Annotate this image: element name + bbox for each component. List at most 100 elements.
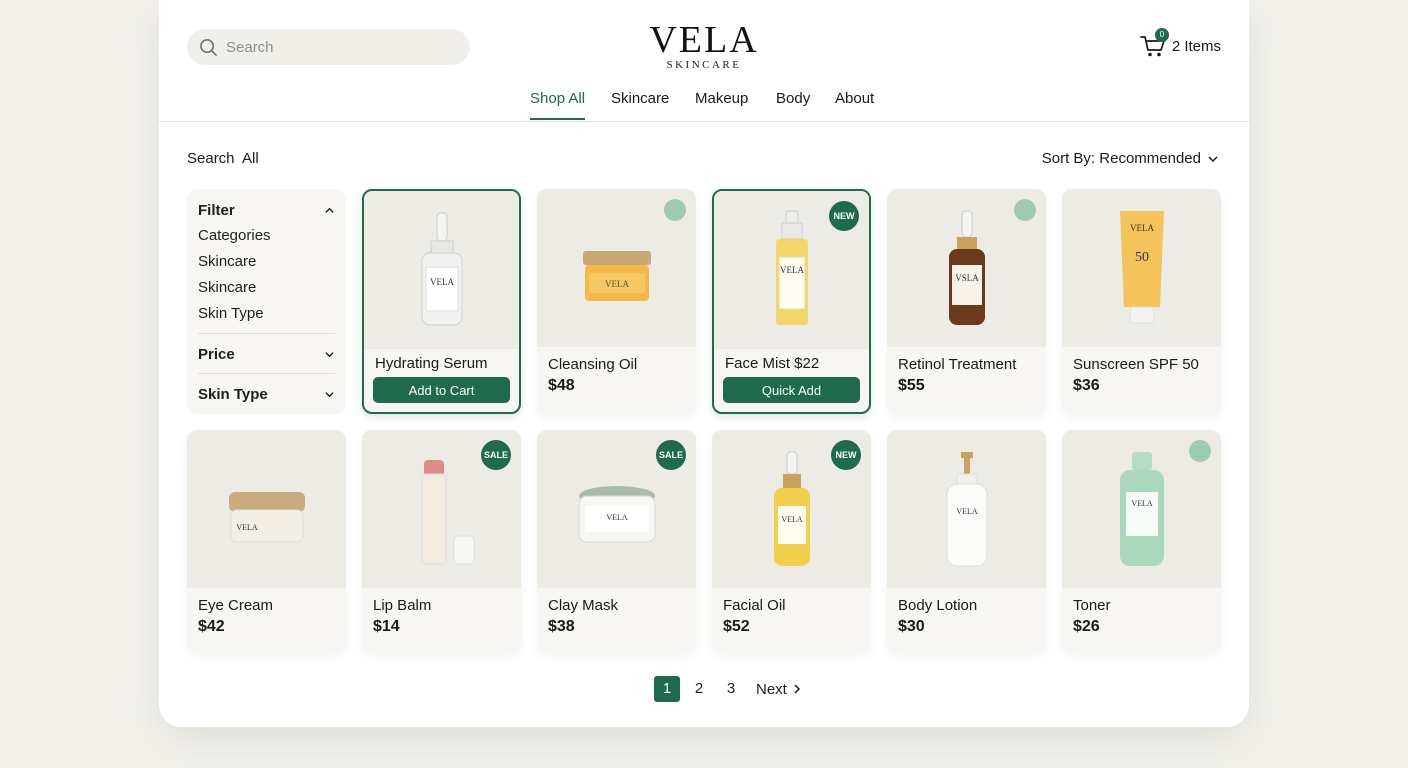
header-divider: [159, 121, 1249, 122]
nav-shop-all[interactable]: Shop All: [530, 90, 586, 120]
product-name: Hydrating Serum: [375, 355, 488, 372]
chevron-down-icon: [325, 351, 334, 357]
product-name: Sunscreen SPF 50: [1073, 356, 1199, 373]
product-card-hydrating-serum[interactable]: VELA Hydrating Serum Add to Cart: [362, 189, 521, 414]
filter-item-categories[interactable]: Categories: [198, 227, 335, 245]
page-1-button[interactable]: 1: [654, 676, 680, 702]
product-card-retinol-treatment[interactable]: VSLA Retinol Treatment $55: [887, 189, 1046, 414]
filter-divider: [198, 373, 335, 374]
svg-text:VSLA: VSLA: [955, 273, 979, 283]
chevron-right-icon: [794, 684, 800, 694]
chevron-down-icon: [325, 391, 334, 397]
product-card-cleansing-oil[interactable]: VELA Cleansing Oil $48: [537, 189, 696, 414]
cart-button[interactable]: 0 2 Items: [1139, 28, 1221, 58]
nav-makeup[interactable]: Makeup: [695, 90, 748, 118]
brand-logo[interactable]: VELA SKINCARE: [604, 20, 804, 71]
svg-text:VELA: VELA: [236, 523, 258, 532]
filter-section-skin-type[interactable]: Skin Type: [198, 385, 335, 403]
svg-text:VELA: VELA: [606, 513, 628, 522]
product-name: Cleansing Oil: [548, 356, 638, 373]
filter-panel: Filter Categories Skincare Skincare Skin…: [187, 189, 346, 414]
filter-section-price[interactable]: Price: [198, 345, 335, 363]
search-input[interactable]: [226, 38, 446, 56]
main-nav: Shop All Skincare Makeup Body About: [159, 90, 1249, 122]
filter-item-skincare-2[interactable]: Skincare: [198, 279, 335, 297]
product-card-facial-oil[interactable]: NEW VELA Facial Oil $52: [712, 430, 871, 652]
product-image: VSLA: [887, 189, 1046, 347]
search-all-label: Search All: [187, 150, 259, 167]
status-dot: [664, 199, 686, 221]
product-card-clay-mask[interactable]: SALE VELA Clay Mask $38: [537, 430, 696, 652]
cart-label: 2 Items: [1171, 37, 1221, 55]
product-image: SALE VELA: [537, 430, 696, 588]
svg-text:VELA: VELA: [1130, 223, 1154, 233]
product-image: NEW VELA: [714, 191, 869, 349]
product-price: $42: [198, 618, 225, 635]
product-price: $36: [1073, 377, 1100, 394]
new-badge: NEW: [829, 201, 859, 231]
svg-text:VELA: VELA: [780, 265, 804, 275]
product-name: Toner: [1073, 597, 1111, 614]
price-label: Price: [198, 345, 235, 363]
product-card-eye-cream[interactable]: VELA Eye Cream $42: [187, 430, 346, 652]
nav-about[interactable]: About: [835, 90, 874, 118]
skin-type-label: Skin Type: [198, 385, 268, 403]
product-name: Facial Oil: [723, 597, 786, 614]
product-name: Retinol Treatment: [898, 356, 1017, 373]
product-name: Body Lotion: [898, 597, 978, 614]
product-card-sunscreen[interactable]: VELA 50 Sunscreen SPF 50 $36: [1062, 189, 1221, 414]
product-image: VELA 50: [1062, 189, 1221, 347]
nav-body[interactable]: Body: [776, 90, 810, 118]
product-name: Eye Cream: [198, 597, 274, 614]
chevron-down-icon: [1208, 155, 1218, 162]
svg-text:VELA: VELA: [605, 279, 629, 289]
product-price: $14: [373, 618, 400, 635]
product-price: $55: [898, 377, 925, 394]
next-page-button[interactable]: Next: [756, 681, 802, 698]
product-image: SALE: [362, 430, 521, 588]
add-to-cart-button[interactable]: Add to Cart: [373, 377, 510, 403]
svg-text:VELA: VELA: [956, 507, 978, 516]
filter-divider: [198, 333, 335, 334]
product-card-face-mist[interactable]: NEW VELA Face Mist $22 Quick Add: [712, 189, 871, 414]
status-dot: [1014, 199, 1036, 221]
search-icon: [200, 38, 217, 56]
sale-badge: SALE: [656, 440, 686, 470]
sort-dropdown[interactable]: Sort By: Recommended: [1042, 150, 1219, 167]
product-image: VELA: [887, 430, 1046, 588]
product-image: VELA: [537, 189, 696, 347]
page-3-button[interactable]: 3: [718, 676, 744, 702]
svg-text:VELA: VELA: [1131, 499, 1153, 508]
nav-skincare[interactable]: Skincare: [611, 90, 669, 118]
next-label: Next: [756, 680, 787, 698]
store-window: VELA SKINCARE 0 2 Items Shop All Skincar…: [159, 0, 1249, 727]
svg-text:VELA: VELA: [430, 277, 454, 287]
product-image: NEW VELA: [712, 430, 871, 588]
status-dot: [1189, 440, 1211, 462]
product-price: $30: [898, 618, 925, 635]
sort-label: Sort By: Recommended: [1041, 150, 1201, 167]
page-2-button[interactable]: 2: [686, 676, 712, 702]
quick-add-button[interactable]: Quick Add: [723, 377, 860, 403]
pagination: 1 2 3 Next: [654, 676, 802, 702]
svg-text:50: 50: [1135, 250, 1149, 265]
search-bar[interactable]: [187, 29, 470, 65]
filter-header[interactable]: Filter: [198, 201, 335, 219]
cart-icon: 0: [1139, 28, 1169, 58]
filter-item-skincare[interactable]: Skincare: [198, 253, 335, 271]
brand-name: VELA: [649, 19, 759, 61]
product-card-toner[interactable]: VELA Toner $26: [1062, 430, 1221, 652]
product-card-lip-balm[interactable]: SALE Lip Balm $14: [362, 430, 521, 652]
product-card-body-lotion[interactable]: VELA Body Lotion $30: [887, 430, 1046, 652]
svg-text:VELA: VELA: [781, 515, 803, 524]
product-image: VELA: [1062, 430, 1221, 588]
brand-subtitle: SKINCARE: [666, 59, 742, 71]
cart-count-badge: 0: [1154, 28, 1169, 42]
product-name: Clay Mask: [548, 597, 619, 614]
product-name: Lip Balm: [373, 597, 432, 614]
sale-badge: SALE: [481, 440, 511, 470]
product-name: Face Mist $22: [725, 355, 820, 372]
product-image: VELA: [187, 430, 346, 588]
filter-item-skin-type[interactable]: Skin Type: [198, 305, 335, 323]
filter-title: Filter: [198, 201, 235, 219]
